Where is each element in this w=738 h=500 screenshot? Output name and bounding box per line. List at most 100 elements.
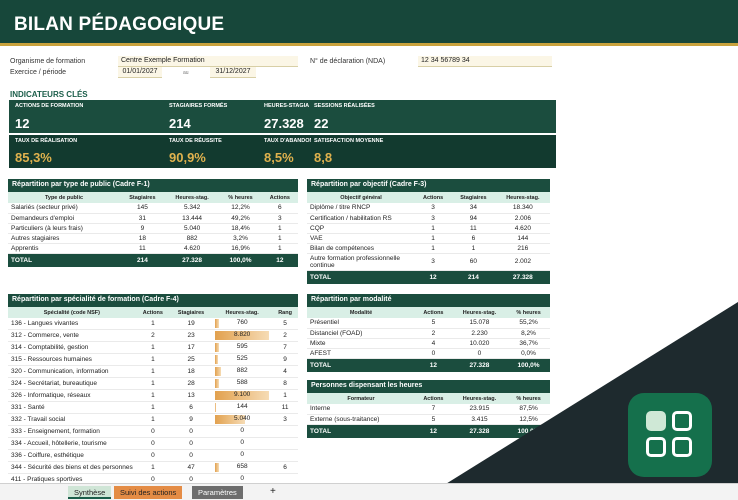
table-cell: 12	[415, 424, 452, 438]
table-cell: 214	[120, 253, 165, 267]
col-header: % heures	[507, 393, 550, 404]
table-cell: 94	[451, 213, 496, 224]
table-cell: 320 - Communication, information	[8, 365, 136, 378]
table-cell: 331 - Santé	[8, 401, 136, 414]
table-cell: 1	[135, 401, 170, 414]
table-cell: 333 - Enseignement, formation	[8, 425, 136, 438]
table-cell: 60	[451, 253, 496, 271]
table-cell: 0,0%	[507, 348, 550, 359]
kpi-section-title: INDICATEURS CLÉS	[10, 90, 88, 99]
table-cell: 4	[272, 365, 298, 378]
table-cell	[272, 425, 298, 438]
table-cell: Mixte	[307, 338, 415, 349]
col-header: Actions	[415, 393, 452, 404]
table-cell: 27.328	[451, 358, 508, 372]
table-row: Diplôme / titre RNCP 3 34 18.340	[307, 203, 550, 214]
nda-label: N° de déclaration (NDA)	[310, 58, 386, 65]
table-cell: 525	[212, 353, 273, 366]
table-cell: 3,2%	[219, 233, 262, 244]
table-cell: 344 - Sécurité des biens et des personne…	[8, 461, 136, 474]
table-cell: 1	[415, 233, 452, 244]
table-cell: 882	[164, 233, 220, 244]
date-end-field[interactable]: 31/12/2027	[210, 67, 256, 78]
table-cell: 16,9%	[219, 243, 262, 254]
table-cell: 0	[135, 437, 170, 450]
table-cell: 12	[415, 270, 452, 284]
table-cell: 34	[451, 203, 496, 214]
table-cell: 100,0%	[219, 253, 262, 267]
table-title: Répartition par spécialité de formation …	[8, 294, 298, 307]
table-cell: 27.328	[451, 424, 508, 438]
table-cell: 13	[169, 389, 213, 402]
table-cell: 17	[169, 341, 213, 354]
table-cell: 9	[272, 353, 298, 366]
kpi-row-1: ACTIONS DE FORMATION 12 STAGIAIRES FORMÉ…	[9, 100, 329, 133]
table-row: CQP 1 11 4.620	[307, 223, 550, 234]
table-cell: 1	[451, 243, 496, 254]
table-row: Apprentis 11 4.620 16,9% 1	[8, 243, 298, 254]
col-header: Objectif général	[307, 192, 415, 203]
table-cell: 144	[212, 401, 273, 414]
table-cell: 145	[120, 203, 165, 214]
table-cell: 1	[135, 413, 170, 426]
table-cell: VAE	[307, 233, 415, 244]
table-row: Bilan de compétences 1 1 216	[307, 243, 550, 254]
table-cell: 334 - Accueil, hôtellerie, tourisme	[8, 437, 136, 450]
table-cell: 5	[415, 414, 452, 425]
kpi-label: STAGIAIRES FORMÉS	[169, 103, 228, 109]
table-cell: 1	[261, 223, 298, 234]
app-grid-icon	[628, 393, 712, 477]
table-cell: Diplôme / titre RNCP	[307, 203, 415, 214]
period-label: Exercice / période	[10, 69, 67, 76]
table-cell: 2.230	[451, 328, 508, 339]
table-cell: 1	[261, 233, 298, 244]
table-cell: Présentiel	[307, 318, 415, 329]
table-cell: 28	[169, 377, 213, 390]
table-row: 326 - Informatique, réseaux 1 13 9.100 1	[8, 389, 298, 402]
table-specialite: Répartition par spécialité de formation …	[8, 294, 298, 498]
nda-field[interactable]: 12 34 56789 34	[418, 56, 552, 67]
table-row: Demandeurs d'emploi 31 13.444 49,2% 3	[8, 213, 298, 224]
table-cell: 6	[261, 203, 298, 214]
table-cell: 882	[212, 365, 273, 378]
table-cell: 100,0%	[507, 424, 550, 438]
col-header: % heures	[507, 307, 550, 318]
add-sheet-button[interactable]: +	[264, 484, 282, 497]
table-cell: 0	[169, 425, 213, 438]
table-cell: 1	[415, 223, 452, 234]
table-cell: 2	[135, 329, 170, 342]
table-cell: Particuliers (à leurs frais)	[8, 223, 120, 234]
table-cell: 6	[272, 461, 298, 474]
table-row: 320 - Communication, information 1 18 882 4	[8, 365, 298, 378]
table-cell: 0	[169, 449, 213, 462]
col-header: Heures-stag.	[495, 192, 550, 203]
table-cell: 1	[135, 365, 170, 378]
table-cell: 216	[495, 243, 550, 254]
table-cell: Bilan de compétences	[307, 243, 415, 254]
kpi-value: 214	[169, 116, 191, 131]
table-cell: TOTAL	[307, 270, 415, 284]
table-cell: 5	[272, 318, 298, 330]
table-cell: 7	[272, 341, 298, 354]
date-start-field[interactable]: 01/01/2027	[118, 67, 162, 78]
table-cell: 49,2%	[219, 213, 262, 224]
org-field[interactable]: Centre Exemple Formation	[118, 56, 298, 67]
col-header: % heures	[219, 192, 262, 203]
table-row: 334 - Accueil, hôtellerie, tourisme 0 0 0	[8, 437, 298, 450]
tab-parametres[interactable]: Paramètres	[192, 486, 243, 499]
kpi-label: ACTIONS DE FORMATION	[15, 103, 84, 109]
tab-synthese[interactable]: Synthèse	[68, 486, 112, 499]
table-cell: Salariés (secteur privé)	[8, 203, 120, 214]
table-cell: 1	[135, 353, 170, 366]
kpi-label: SATISFACTION MOYENNE	[314, 138, 384, 144]
title-bar: BILAN PÉDAGOGIQUE	[0, 0, 738, 46]
table-row: Distanciel (FOAD) 2 2.230 8,2%	[307, 328, 550, 339]
table-cell: 12	[261, 253, 298, 267]
tab-suivi-actions[interactable]: Suivi des actions	[114, 486, 183, 499]
total-row: TOTAL 12 27.328 100,0%	[307, 424, 550, 438]
col-header: Actions	[261, 192, 298, 203]
table-cell: 2	[272, 329, 298, 342]
table-cell: 595	[212, 341, 273, 354]
col-header: Actions	[135, 307, 170, 318]
col-header: Rang	[272, 307, 298, 318]
